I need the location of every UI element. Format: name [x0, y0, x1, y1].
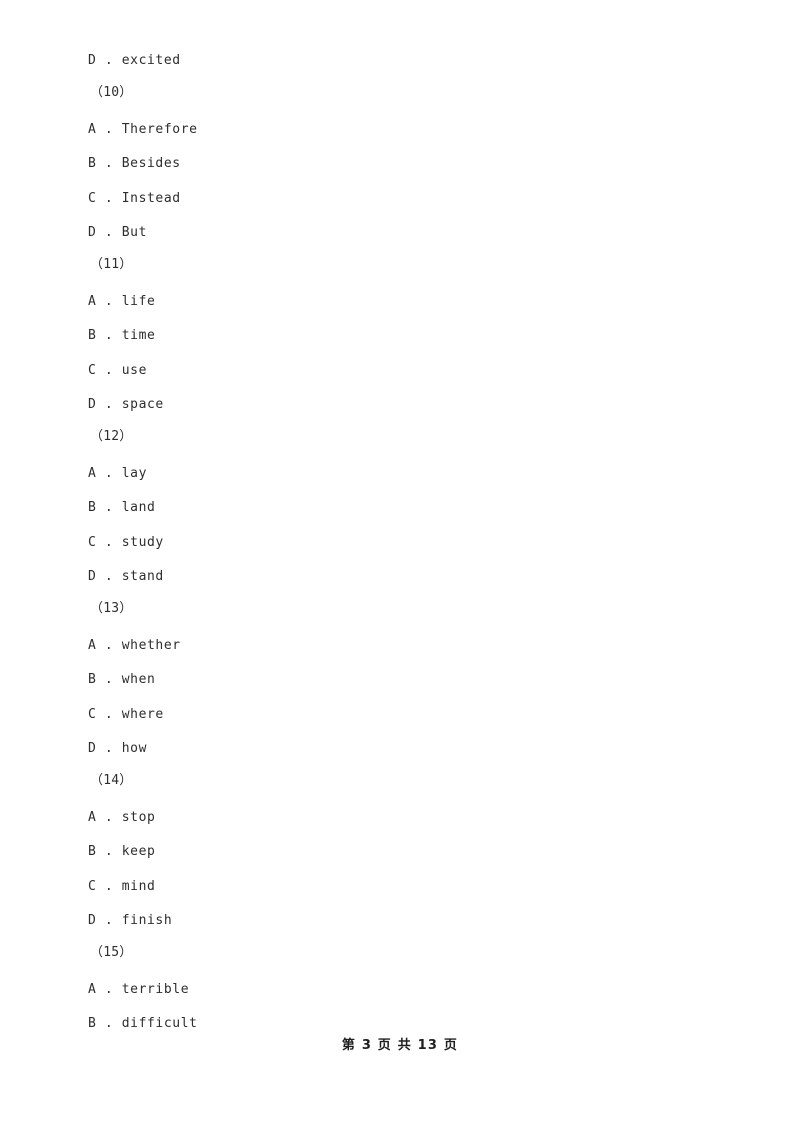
option-separator: . — [96, 225, 122, 240]
option-text: study — [121, 535, 164, 550]
option-separator: . — [96, 913, 122, 928]
answer-option: A . Therefore — [88, 122, 198, 138]
option-text: land — [121, 500, 156, 515]
option-separator: . — [96, 741, 122, 756]
option-text: Besides — [121, 156, 181, 171]
option-separator: . — [96, 879, 122, 894]
option-separator: . — [96, 1016, 122, 1031]
answer-option: D . excited — [88, 53, 181, 69]
option-text: space — [121, 397, 164, 412]
option-separator: . — [96, 672, 122, 687]
option-text: use — [121, 363, 147, 378]
page-footer: 第 3 页 共 13 页 — [341, 1038, 459, 1053]
answer-option: A . lay — [88, 466, 147, 482]
answer-option: B . difficult — [88, 1016, 198, 1032]
option-text: difficult — [121, 1016, 198, 1031]
answer-option: B . land — [88, 500, 155, 516]
answer-option: D . space — [88, 397, 164, 413]
option-separator: . — [96, 982, 122, 997]
option-text: excited — [121, 53, 181, 68]
option-text: life — [121, 294, 156, 309]
option-text: time — [121, 328, 156, 343]
option-separator: . — [96, 122, 122, 137]
question-number: （13） — [90, 601, 133, 616]
option-separator: . — [96, 363, 122, 378]
answer-option: B . when — [88, 672, 155, 688]
option-separator: . — [96, 53, 122, 68]
option-text: stand — [121, 569, 164, 584]
option-separator: . — [96, 156, 122, 171]
option-text: where — [121, 707, 164, 722]
option-separator: . — [96, 294, 122, 309]
answer-option: B . keep — [88, 844, 155, 860]
option-separator: . — [96, 810, 122, 825]
option-text: when — [121, 672, 156, 687]
option-text: Instead — [121, 191, 181, 206]
question-number: （11） — [90, 257, 133, 272]
answer-option: D . how — [88, 741, 147, 757]
answer-option: C . mind — [88, 879, 155, 895]
option-separator: . — [96, 569, 122, 584]
option-text: stop — [121, 810, 156, 825]
option-text: Therefore — [121, 122, 198, 137]
option-separator: . — [96, 191, 122, 206]
option-text: terrible — [121, 982, 190, 997]
answer-option: C . where — [88, 707, 164, 723]
answer-option: C . Instead — [88, 191, 181, 207]
option-separator: . — [96, 844, 122, 859]
answer-option: A . life — [88, 294, 155, 310]
answer-option: B . time — [88, 328, 155, 344]
answer-option: B . Besides — [88, 156, 181, 172]
option-text: whether — [121, 638, 181, 653]
question-number: （14） — [90, 773, 133, 788]
document-page: D . excited （10） A . Therefore B . Besides C… — [0, 0, 800, 1132]
answer-option: D . But — [88, 225, 147, 241]
option-separator: . — [96, 638, 122, 653]
question-number: （12） — [90, 429, 133, 444]
option-separator: . — [96, 707, 122, 722]
answer-option: D . finish — [88, 913, 172, 929]
option-separator: . — [96, 500, 122, 515]
option-text: how — [121, 741, 147, 756]
answer-option: A . whether — [88, 638, 181, 654]
option-separator: . — [96, 328, 122, 343]
option-separator: . — [96, 466, 122, 481]
option-text: But — [121, 225, 147, 240]
answer-option: C . study — [88, 535, 164, 551]
answer-option: D . stand — [88, 569, 164, 585]
answer-option: A . terrible — [88, 982, 189, 998]
answer-option: C . use — [88, 363, 147, 379]
option-text: keep — [121, 844, 156, 859]
question-number: （15） — [90, 945, 133, 960]
answer-option: A . stop — [88, 810, 155, 826]
option-separator: . — [96, 535, 122, 550]
option-text: lay — [121, 466, 147, 481]
question-number: （10） — [90, 85, 133, 100]
option-text: finish — [121, 913, 173, 928]
option-separator: . — [96, 397, 122, 412]
option-text: mind — [121, 879, 156, 894]
